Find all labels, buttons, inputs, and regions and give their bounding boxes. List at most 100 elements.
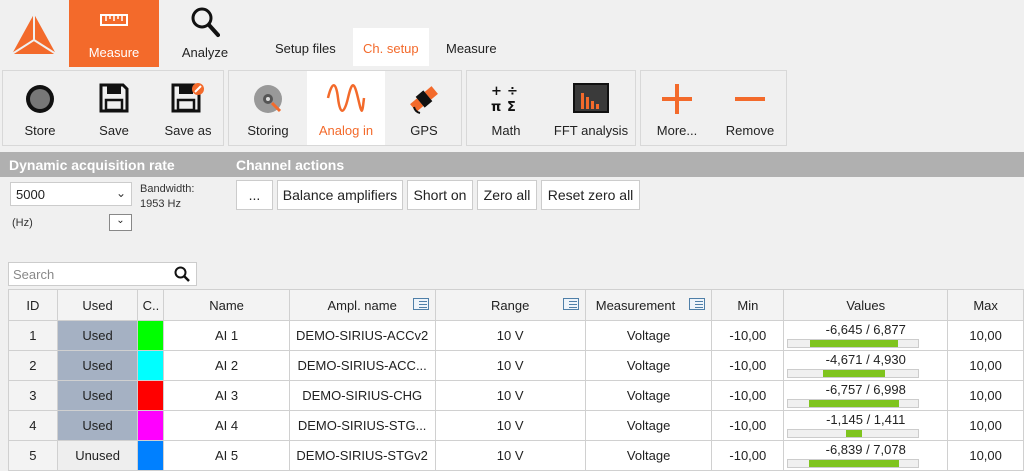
tab-measure[interactable]: Measure	[436, 28, 507, 66]
channel-measurement[interactable]: Voltage	[584, 380, 713, 411]
value-bar-fill	[808, 460, 900, 467]
bandwidth-label: Bandwidth:	[140, 183, 195, 195]
zero-all-button[interactable]: Zero all	[477, 180, 537, 210]
save-button[interactable]: Save	[77, 71, 151, 145]
channel-color-swatch[interactable]	[137, 320, 165, 351]
table-row[interactable]: 3 Used AI 3 DEMO-SIRIUS-CHG 10 V Voltage -10,0…	[8, 380, 1024, 411]
acquisition-rate-title: Dynamic acquisition rate	[9, 157, 175, 173]
magnifier-icon	[191, 7, 220, 37]
sine-wave-icon	[326, 84, 366, 112]
tab-ch-setup[interactable]: Ch. setup	[353, 28, 429, 66]
plus-icon	[662, 84, 692, 114]
channel-name[interactable]: AI 2	[163, 350, 290, 381]
channel-actions-more-button[interactable]: ...	[236, 180, 273, 210]
col-header-name[interactable]: Name	[163, 289, 290, 321]
mode-measure-button[interactable]: Measure	[69, 0, 159, 67]
channel-range[interactable]: 10 V	[434, 410, 586, 441]
save-as-button[interactable]: Save as	[151, 71, 225, 145]
channel-name[interactable]: AI 1	[163, 320, 290, 351]
remove-button[interactable]: Remove	[713, 71, 787, 145]
analog-in-button[interactable]: Analog in	[307, 71, 385, 145]
channel-id: 3	[8, 380, 58, 411]
col-header-id[interactable]: ID	[8, 289, 58, 321]
fft-analysis-label: FFT analysis	[553, 123, 629, 138]
unit-dropdown-button[interactable]: ⌄	[109, 214, 132, 231]
channel-range[interactable]: 10 V	[434, 320, 586, 351]
balance-amplifiers-button[interactable]: Balance amplifiers	[277, 180, 403, 210]
channel-range[interactable]: 10 V	[434, 440, 586, 471]
search-input[interactable]	[13, 265, 163, 283]
used-toggle[interactable]: Used	[56, 380, 139, 411]
channel-values: -1,145 / 1,411	[783, 410, 949, 441]
channel-measurement[interactable]: Voltage	[584, 350, 713, 381]
tab-setup-files[interactable]: Setup files	[265, 28, 346, 66]
channel-color-swatch[interactable]	[137, 350, 165, 381]
column-options-icon[interactable]	[412, 298, 429, 310]
channel-id: 4	[8, 410, 58, 441]
channel-measurement[interactable]: Voltage	[584, 410, 713, 441]
used-toggle[interactable]: Used	[56, 350, 139, 381]
fft-analysis-button[interactable]: FFT analysis	[545, 71, 637, 145]
column-options-icon[interactable]	[689, 298, 706, 310]
mode-analyze-button[interactable]: Analyze	[159, 0, 251, 67]
reset-zero-all-button[interactable]: Reset zero all	[541, 180, 640, 210]
dewesoft-logo-icon	[11, 14, 57, 55]
svg-text:π: π	[491, 100, 501, 113]
col-header-measurement[interactable]: Measurement	[584, 289, 713, 321]
fft-icon	[573, 83, 609, 113]
channel-range[interactable]: 10 V	[434, 380, 586, 411]
channel-measurement[interactable]: Voltage	[584, 440, 713, 471]
value-bar-fill	[822, 370, 886, 377]
used-toggle[interactable]: Used	[56, 410, 139, 441]
storing-label: Storing	[247, 123, 289, 138]
used-toggle[interactable]: Used	[56, 320, 139, 351]
more-label: More...	[656, 123, 698, 138]
channel-color-swatch[interactable]	[137, 410, 165, 441]
channel-measurement[interactable]: Voltage	[584, 320, 713, 351]
storing-button[interactable]: Storing	[229, 71, 307, 145]
remove-label: Remove	[725, 123, 775, 138]
value-bar-fill	[845, 430, 863, 437]
table-row[interactable]: 4 Used AI 4 DEMO-SIRIUS-STG... 10 V Voltage -1…	[8, 410, 1024, 441]
math-icon: + ÷ π Σ	[491, 84, 518, 113]
store-label: Store	[24, 123, 56, 138]
value-bar	[787, 429, 920, 438]
col-header-values[interactable]: Values	[783, 289, 949, 321]
channel-name[interactable]: AI 4	[163, 410, 290, 441]
store-button[interactable]: Store	[3, 71, 77, 145]
table-row[interactable]: 5 Unused AI 5 DEMO-SIRIUS-STGv2 10 V Voltage -…	[8, 440, 1024, 471]
floppy-icon	[99, 83, 129, 113]
channel-max: 10,00	[947, 410, 1024, 441]
table-row[interactable]: 2 Used AI 2 DEMO-SIRIUS-ACC... 10 V Voltage -1…	[8, 350, 1024, 381]
record-icon	[26, 85, 54, 113]
short-on-button[interactable]: Short on	[407, 180, 473, 210]
col-header-color[interactable]: C..	[137, 289, 165, 321]
channel-id: 1	[8, 320, 58, 351]
value-bar	[787, 339, 920, 348]
channel-color-swatch[interactable]	[137, 440, 165, 471]
gps-button[interactable]: GPS	[385, 71, 463, 145]
svg-text:+: +	[491, 84, 502, 99]
col-header-range[interactable]: Range	[434, 289, 586, 321]
col-header-max[interactable]: Max	[947, 289, 1024, 321]
channel-values-text: -4,671 / 4,930	[825, 352, 906, 367]
channel-range[interactable]: 10 V	[434, 350, 586, 381]
math-label: Math	[491, 123, 521, 138]
search-icon[interactable]	[174, 266, 190, 282]
channel-name[interactable]: AI 3	[163, 380, 290, 411]
col-header-ampl-name[interactable]: Ampl. name	[288, 289, 436, 321]
math-button[interactable]: + ÷ π Σ Math	[467, 71, 545, 145]
table-row[interactable]: 1 Used AI 1 DEMO-SIRIUS-ACCv2 10 V Voltage -10…	[8, 320, 1024, 351]
minus-icon	[735, 97, 765, 101]
column-options-icon[interactable]	[562, 298, 579, 310]
channel-max: 10,00	[947, 350, 1024, 381]
used-toggle[interactable]: Unused	[56, 440, 139, 471]
more-button[interactable]: More...	[641, 71, 713, 145]
channel-values: -6,645 / 6,877	[783, 320, 949, 351]
acquisition-rate-select[interactable]: 5000 ⌄	[10, 182, 132, 206]
ribbon-group-math: + ÷ π Σ Math FFT analysis	[466, 70, 636, 146]
col-header-used[interactable]: Used	[56, 289, 139, 321]
channel-name[interactable]: AI 5	[163, 440, 290, 471]
col-header-min[interactable]: Min	[711, 289, 785, 321]
channel-color-swatch[interactable]	[137, 380, 165, 411]
